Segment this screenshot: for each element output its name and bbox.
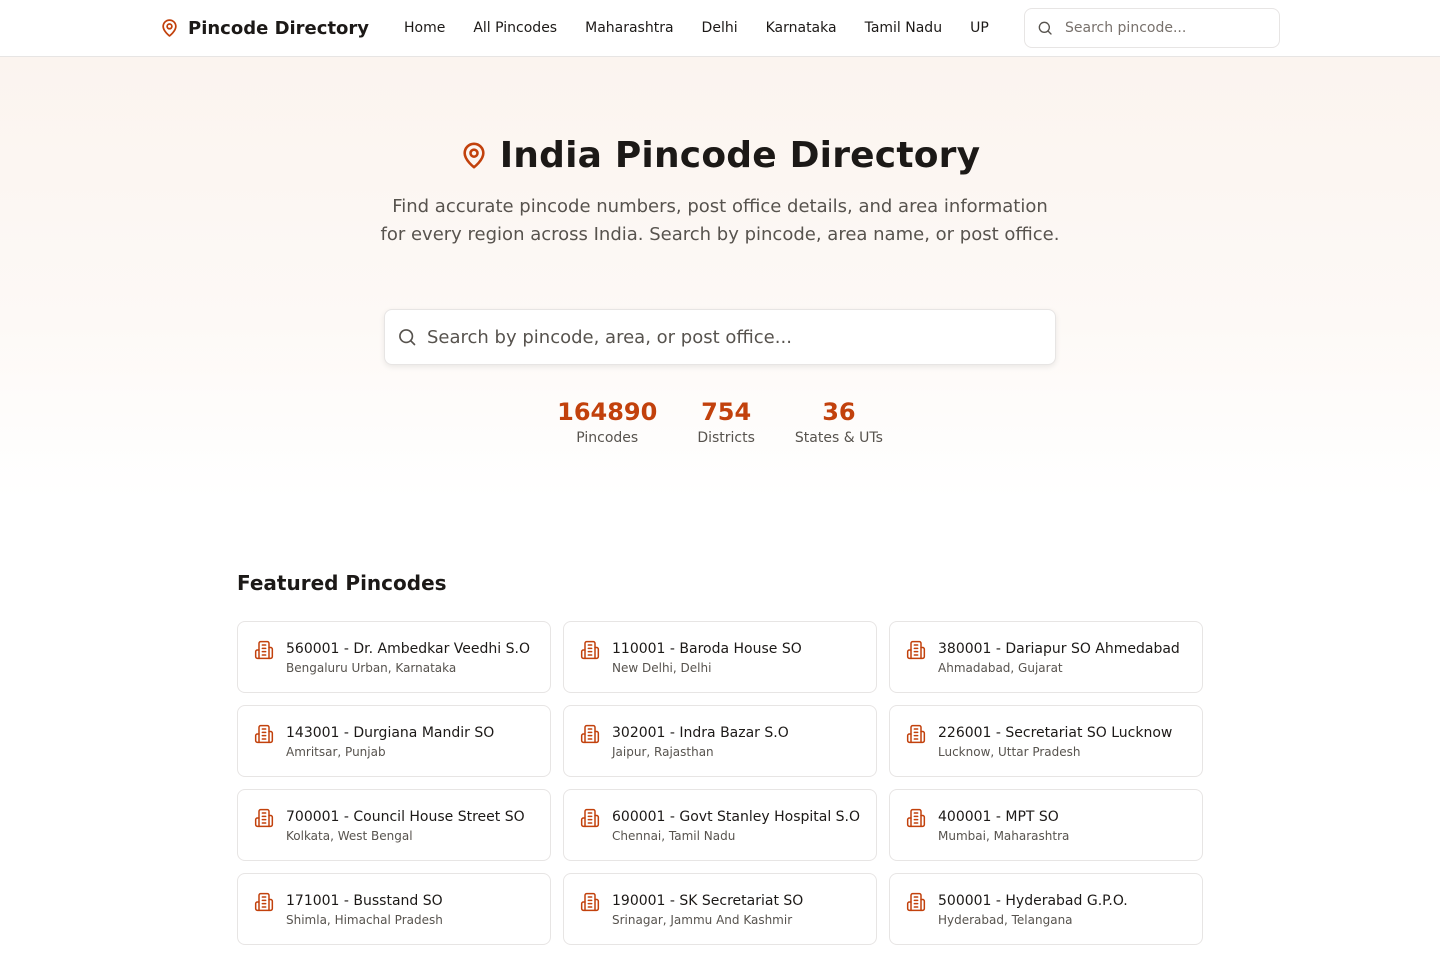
nav-link-delhi[interactable]: Delhi <box>702 18 738 38</box>
pincode-card-body: 226001 - Secretariat SO Lucknow Lucknow, … <box>938 723 1172 761</box>
stat-label: Districts <box>697 430 755 446</box>
building-icon <box>254 892 274 912</box>
stat-districts: 754 Districts <box>697 397 755 449</box>
stat-pincodes: 164890 Pincodes <box>557 397 657 449</box>
search-icon <box>399 329 416 346</box>
pincode-card[interactable]: 500001 - Hyderabad G.P.O. Hyderabad, Tela… <box>889 873 1203 945</box>
pincode-card-location: Srinagar, Jammu And Kashmir <box>612 913 793 927</box>
pincode-card-title: 190001 - SK Secretariat SO <box>612 893 804 909</box>
building-icon <box>580 724 600 744</box>
top-navbar: Pincode Directory Home All Pincodes Maha… <box>0 0 1440 57</box>
building-icon <box>580 640 600 660</box>
pincode-card[interactable]: 110001 - Baroda House SO New Delhi, Delhi <box>563 621 877 693</box>
stat-value: 164890 <box>557 398 658 426</box>
search-icon <box>1038 21 1052 35</box>
pincode-card-location: Hyderabad, Telangana <box>938 913 1073 927</box>
nav-link-tamil-nadu[interactable]: Tamil Nadu <box>865 18 943 38</box>
building-icon <box>254 640 274 660</box>
pincode-card[interactable]: 171001 - Busstand SO Shimla, Himachal Pra… <box>237 873 551 945</box>
pincode-card-title: 560001 - Dr. Ambedkar Veedhi S.O <box>286 641 530 657</box>
pincode-card-body: 143001 - Durgiana Mandir SO Amritsar, Pun… <box>286 723 494 761</box>
brand-link[interactable]: Pincode Directory <box>160 15 369 41</box>
pincode-card[interactable]: 302001 - Indra Bazar S.O Jaipur, Rajastha… <box>563 705 877 777</box>
building-icon <box>906 640 926 660</box>
pincode-card[interactable]: 226001 - Secretariat SO Lucknow Lucknow, … <box>889 705 1203 777</box>
pincode-card-title: 700001 - Council House Street SO <box>286 809 525 825</box>
pincode-card-location: Chennai, Tamil Nadu <box>612 829 736 843</box>
pincode-card-location: Mumbai, Maharashtra <box>938 829 1070 843</box>
pincode-card-location: Jaipur, Rajasthan <box>612 745 714 759</box>
pincode-card-title: 400001 - MPT SO <box>938 809 1059 825</box>
pincode-card-body: 190001 - SK Secretariat SO Srinagar, Jamm… <box>612 891 803 929</box>
pincode-card-location: New Delhi, Delhi <box>612 661 712 675</box>
nav-link-all-pincodes[interactable]: All Pincodes <box>473 18 557 38</box>
pincode-card-location: Amritsar, Punjab <box>286 745 386 759</box>
page-title: India Pincode Directory <box>499 135 981 176</box>
building-icon <box>580 892 600 912</box>
pincode-card-body: 171001 - Busstand SO Shimla, Himachal Pra… <box>286 891 443 929</box>
pincode-card-body: 560001 - Dr. Ambedkar Veedhi S.O Bengalur… <box>286 639 530 677</box>
pincode-card-title: 226001 - Secretariat SO Lucknow <box>938 725 1173 741</box>
building-icon <box>906 892 926 912</box>
pincode-card[interactable]: 380001 - Dariapur SO Ahmedabad Ahmadabad,… <box>889 621 1203 693</box>
stat-label: States & UTs <box>794 430 883 446</box>
pincode-card-body: 700001 - Council House Street SO Kolkata,… <box>286 807 525 845</box>
pincode-card[interactable]: 143001 - Durgiana Mandir SO Amritsar, Pun… <box>237 705 551 777</box>
nav-link-maharashtra[interactable]: Maharashtra <box>585 18 673 38</box>
hero-search-input[interactable] <box>427 326 1027 348</box>
hero-section: India Pincode Directory Find accurate pi… <box>0 57 1440 500</box>
building-icon <box>254 808 274 828</box>
pincode-card-body: 400001 - MPT SO Mumbai, Maharashtra <box>938 807 1069 845</box>
stat-label: Pincodes <box>576 430 639 446</box>
hero-search-box <box>384 309 1056 365</box>
building-icon <box>906 724 926 744</box>
pincode-card[interactable]: 560001 - Dr. Ambedkar Veedhi S.O Bengalur… <box>237 621 551 693</box>
hero-heading: India Pincode Directory <box>0 135 1440 176</box>
stat-value: 754 <box>701 398 752 426</box>
building-icon <box>580 808 600 828</box>
header-search-input[interactable] <box>1065 20 1265 36</box>
pincode-card[interactable]: 190001 - SK Secretariat SO Srinagar, Jamm… <box>563 873 877 945</box>
pincode-card[interactable]: 600001 - Govt Stanley Hospital S.O Chenna… <box>563 789 877 861</box>
nav-link-karnataka[interactable]: Karnataka <box>766 18 837 38</box>
pincode-card-title: 302001 - Indra Bazar S.O <box>612 725 789 741</box>
building-icon <box>254 724 274 744</box>
pincode-card-location: Lucknow, Uttar Pradesh <box>938 745 1081 759</box>
pincode-card[interactable]: 400001 - MPT SO Mumbai, Maharashtra <box>889 789 1203 861</box>
brand-name: Pincode Directory <box>188 17 370 39</box>
pincode-card-title: 380001 - Dariapur SO Ahmedabad <box>938 641 1180 657</box>
pincode-card-location: Shimla, Himachal Pradesh <box>286 913 443 927</box>
header-search-box <box>1024 8 1280 48</box>
stats-row: 164890 Pincodes 754 Districts 36 States … <box>0 397 1440 449</box>
pincode-card-body: 500001 - Hyderabad G.P.O. Hyderabad, Tela… <box>938 891 1128 929</box>
pincode-card-title: 600001 - Govt Stanley Hospital S.O <box>612 809 861 825</box>
pincode-card-body: 600001 - Govt Stanley Hospital S.O Chenna… <box>612 807 860 845</box>
main-nav: Home All Pincodes Maharashtra Delhi Karn… <box>404 18 989 38</box>
pincode-card-location: Kolkata, West Bengal <box>286 829 413 843</box>
pincode-card-title: 110001 - Baroda House SO <box>612 641 802 657</box>
stat-states: 36 States & UTs <box>795 397 883 449</box>
featured-section-title: Featured Pincodes <box>237 571 447 595</box>
pincode-card-location: Ahmadabad, Gujarat <box>938 661 1063 675</box>
map-pin-icon <box>463 142 485 169</box>
stat-value: 36 <box>822 398 856 426</box>
pincode-card[interactable]: 700001 - Council House Street SO Kolkata,… <box>237 789 551 861</box>
building-icon <box>906 808 926 828</box>
nav-link-home[interactable]: Home <box>404 18 445 38</box>
pincode-card-body: 110001 - Baroda House SO New Delhi, Delhi <box>612 639 802 677</box>
pincode-card-location: Bengaluru Urban, Karnataka <box>286 661 457 675</box>
featured-pincodes-grid: 560001 - Dr. Ambedkar Veedhi S.O Bengalur… <box>237 621 1203 945</box>
pincode-card-title: 171001 - Busstand SO <box>286 893 443 909</box>
nav-link-up[interactable]: UP <box>970 18 989 38</box>
pincode-card-body: 302001 - Indra Bazar S.O Jaipur, Rajastha… <box>612 723 789 761</box>
pincode-card-title: 143001 - Durgiana Mandir SO <box>286 725 495 741</box>
pincode-card-body: 380001 - Dariapur SO Ahmedabad Ahmadabad,… <box>938 639 1180 677</box>
pincode-card-title: 500001 - Hyderabad G.P.O. <box>938 893 1128 909</box>
hero-subtitle: Find accurate pincode numbers, post offi… <box>380 196 1060 245</box>
map-pin-icon <box>162 19 177 37</box>
